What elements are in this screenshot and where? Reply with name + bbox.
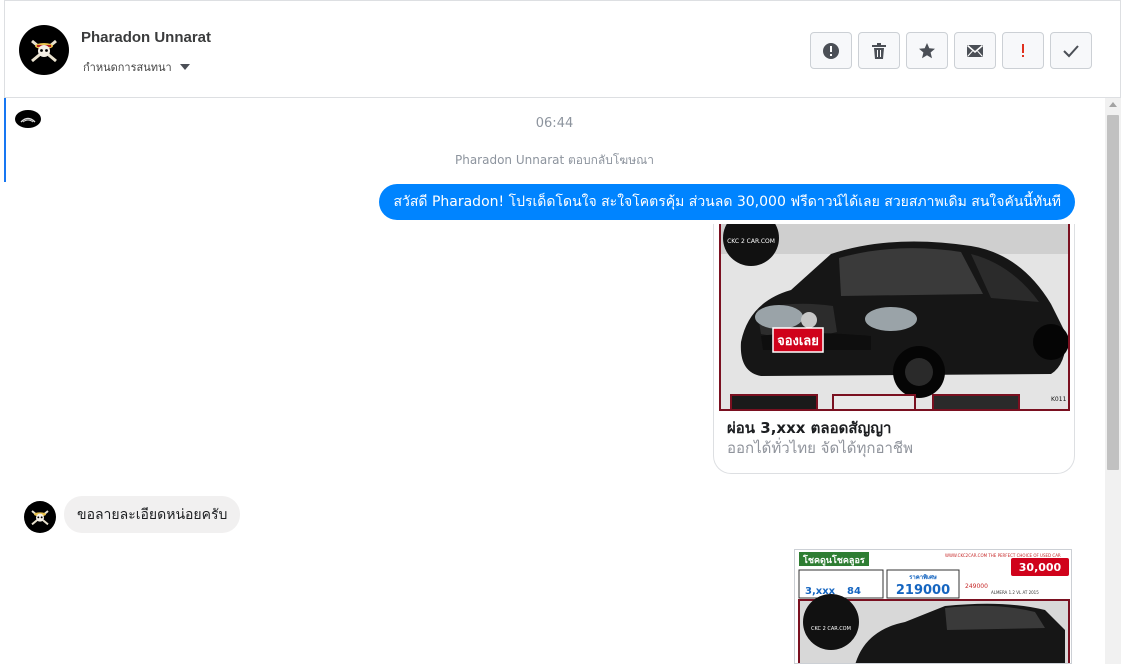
- conversation-actions: [810, 32, 1092, 69]
- conversation-header: Pharadon Unnarat กำหนดการสนทนา: [4, 0, 1121, 98]
- promo-image-message[interactable]: โชคดูนโชคลูอร WWW.CKC2CAR.COM THE PERFEC…: [794, 549, 1072, 664]
- mark-important-button[interactable]: [1002, 32, 1044, 69]
- caret-down-icon: [179, 64, 190, 70]
- outgoing-message[interactable]: สวัสดี Pharadon! โปรเด็ดโดนใจ สะใจโคตรคุ…: [379, 184, 1075, 220]
- message-timestamp: 06:44: [535, 116, 574, 131]
- scrollbar-thumb[interactable]: [1107, 115, 1119, 470]
- skull-crossbones-icon: [31, 510, 49, 526]
- ad-stamp-text: จองเลย: [777, 334, 819, 349]
- envelope-icon: [967, 44, 983, 57]
- mark-done-button[interactable]: [1050, 32, 1092, 69]
- exclamation-icon: [1022, 43, 1024, 57]
- ad-car-image: CKC 2 CAR.COM จองเลย K011: [719, 224, 1070, 411]
- check-icon: [1063, 44, 1079, 57]
- contact-name: Pharadon Unnarat: [81, 29, 212, 46]
- sender-avatar: [24, 501, 56, 533]
- assign-conversation-label: กำหนดการสนทนา: [83, 61, 172, 74]
- report-spam-button[interactable]: [810, 32, 852, 69]
- star-icon: [919, 42, 935, 58]
- mark-unread-button[interactable]: [954, 32, 996, 69]
- assign-conversation-dropdown[interactable]: กำหนดการสนทนา: [83, 58, 190, 76]
- promo-headline: โชคดูนโชคลูอร: [802, 554, 865, 566]
- ad-reply-event: Pharadon Unnarat ตอบกลับโฆษณา: [454, 153, 654, 167]
- ad-card[interactable]: CKC 2 CAR.COM จองเลย K011 ผ่อน 3,xxx ตลอ…: [713, 224, 1075, 474]
- trash-icon: [872, 42, 886, 59]
- promo-price: 219000: [896, 583, 950, 598]
- promo-model: ALMERA 1.2 VL AT 2015: [991, 590, 1039, 595]
- ad-card-subtitle: ออกได้ทั่วไทย จัดได้ทุกอาชีพ: [727, 439, 913, 457]
- promo-site: WWW.CKC2CAR.COM THE PERFECT CHOICE OF US…: [945, 553, 1061, 558]
- star-button[interactable]: [906, 32, 948, 69]
- ad-corner-code: K011: [1051, 396, 1067, 403]
- promo-old-price: 249000: [965, 583, 988, 590]
- delete-button[interactable]: [858, 32, 900, 69]
- promo-months: 84: [847, 586, 861, 597]
- promo-discount: 30,000: [1019, 561, 1062, 574]
- incoming-message[interactable]: ขอลายละเอียดหน่อยครับ: [64, 496, 241, 533]
- skull-crossbones-icon: [31, 39, 57, 63]
- ad-logo-text: CKC 2 CAR.COM: [727, 238, 775, 245]
- car-photo-icon: CKC 2 CAR.COM จองเลย K011: [721, 224, 1068, 409]
- promo-poster-icon: โชคดูนโชคลูอร WWW.CKC2CAR.COM THE PERFEC…: [795, 550, 1071, 663]
- promo-price-label: ราคาพิเศษ: [909, 573, 937, 581]
- thread-scrollbar[interactable]: [1105, 98, 1121, 664]
- alert-circle-icon: [823, 42, 839, 59]
- message-thread[interactable]: 06:44 Pharadon Unnarat ตอบกลับโฆษณา สวัส…: [4, 98, 1105, 664]
- promo-logo-text: CKC 2 CAR.COM: [811, 626, 851, 632]
- contact-avatar[interactable]: [19, 25, 69, 75]
- scroll-up-arrow-icon[interactable]: [1109, 102, 1117, 107]
